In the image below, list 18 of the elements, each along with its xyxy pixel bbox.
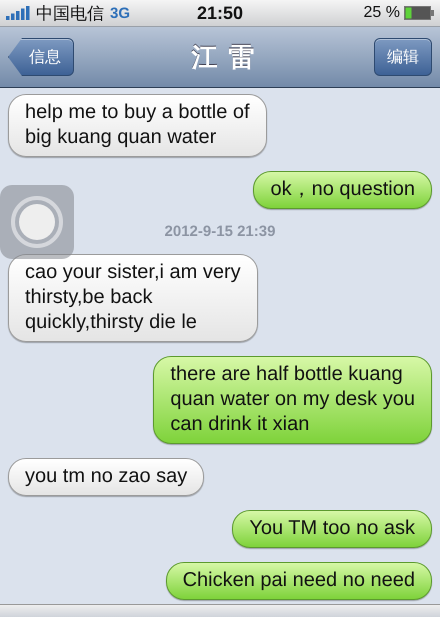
message-bubble: help me to buy a bottle of big kuang quan water — [8, 94, 267, 157]
back-button[interactable]: 信息 — [8, 38, 74, 76]
battery-icon — [404, 6, 434, 20]
message-bubble: ok，no question — [253, 171, 432, 209]
carrier-name: 中国电信 — [36, 2, 104, 24]
network-type: 3G — [110, 4, 130, 22]
message-bubble: You TM too no ask — [232, 510, 432, 548]
signal-icon — [6, 6, 30, 20]
message-bubble: Chicken pai need no need — [166, 562, 432, 600]
contact-name: 江 雷 — [191, 40, 257, 74]
message-bubble: you tm no zao say — [8, 458, 204, 496]
edit-button[interactable]: 编辑 — [374, 38, 432, 76]
message-bubble: there are half bottle kuang quan water on my desk you can drink it xian — [153, 356, 432, 444]
timestamp: 2012-9-15 21:39 — [164, 223, 276, 240]
message-bubble: cao your sister,i am very thirsty,be back quickly,thirsty die le — [8, 254, 258, 342]
battery-percent: 25 % — [364, 4, 400, 22]
clock-time: 21:50 — [196, 2, 244, 24]
assistive-touch-button[interactable] — [0, 185, 74, 259]
